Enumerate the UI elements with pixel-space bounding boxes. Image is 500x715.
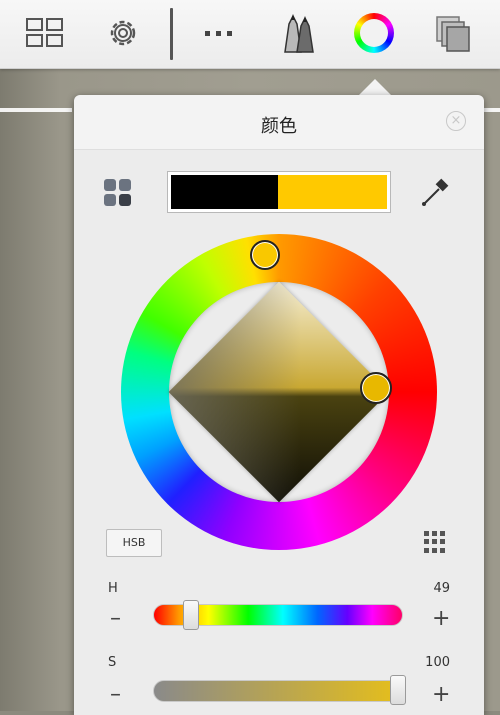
layers-icon[interactable]	[430, 10, 476, 56]
grid-icon[interactable]	[424, 531, 446, 553]
color-swatches	[167, 171, 391, 213]
eyedropper-icon[interactable]	[419, 177, 451, 209]
more-icon[interactable]	[196, 10, 242, 56]
hue-slider-value: 49	[433, 581, 450, 596]
hsb-mode-button[interactable]: HSB	[106, 529, 162, 557]
top-toolbar	[0, 0, 500, 69]
toolbar-divider	[170, 8, 173, 60]
current-color-swatch[interactable]	[278, 175, 387, 209]
palette-icon[interactable]	[104, 179, 132, 207]
popover-arrow	[359, 79, 391, 95]
saturation-decrement-button[interactable]: –	[110, 684, 121, 706]
hue-decrement-button[interactable]: –	[110, 608, 121, 630]
previous-color-swatch[interactable]	[171, 175, 279, 209]
saturation-slider-value: 100	[425, 655, 450, 670]
hue-slider-thumb[interactable]	[183, 600, 199, 630]
color-picker-handle[interactable]	[360, 372, 392, 404]
paper-edge	[482, 108, 500, 112]
saturation-slider[interactable]	[153, 680, 403, 702]
hue-slider-label: H	[108, 581, 118, 596]
saturation-increment-button[interactable]: +	[432, 684, 450, 706]
brushes-icon[interactable]	[274, 10, 320, 56]
saturation-slider-label: S	[108, 655, 117, 670]
color-panel: 颜色 × HSB H 49 – + S 100 – +	[74, 95, 484, 715]
paper-edge	[0, 108, 72, 112]
color-wheel-icon[interactable]	[351, 10, 397, 56]
panel-header: 颜色 ×	[74, 95, 484, 150]
panel-title: 颜色	[261, 116, 297, 137]
gallery-icon[interactable]	[22, 10, 68, 56]
hue-increment-button[interactable]: +	[432, 608, 450, 630]
color-wheel[interactable]	[121, 234, 437, 550]
close-icon[interactable]: ×	[446, 111, 466, 131]
saturation-slider-thumb[interactable]	[390, 675, 406, 705]
hue-handle[interactable]	[250, 240, 280, 270]
settings-icon[interactable]	[100, 10, 146, 56]
